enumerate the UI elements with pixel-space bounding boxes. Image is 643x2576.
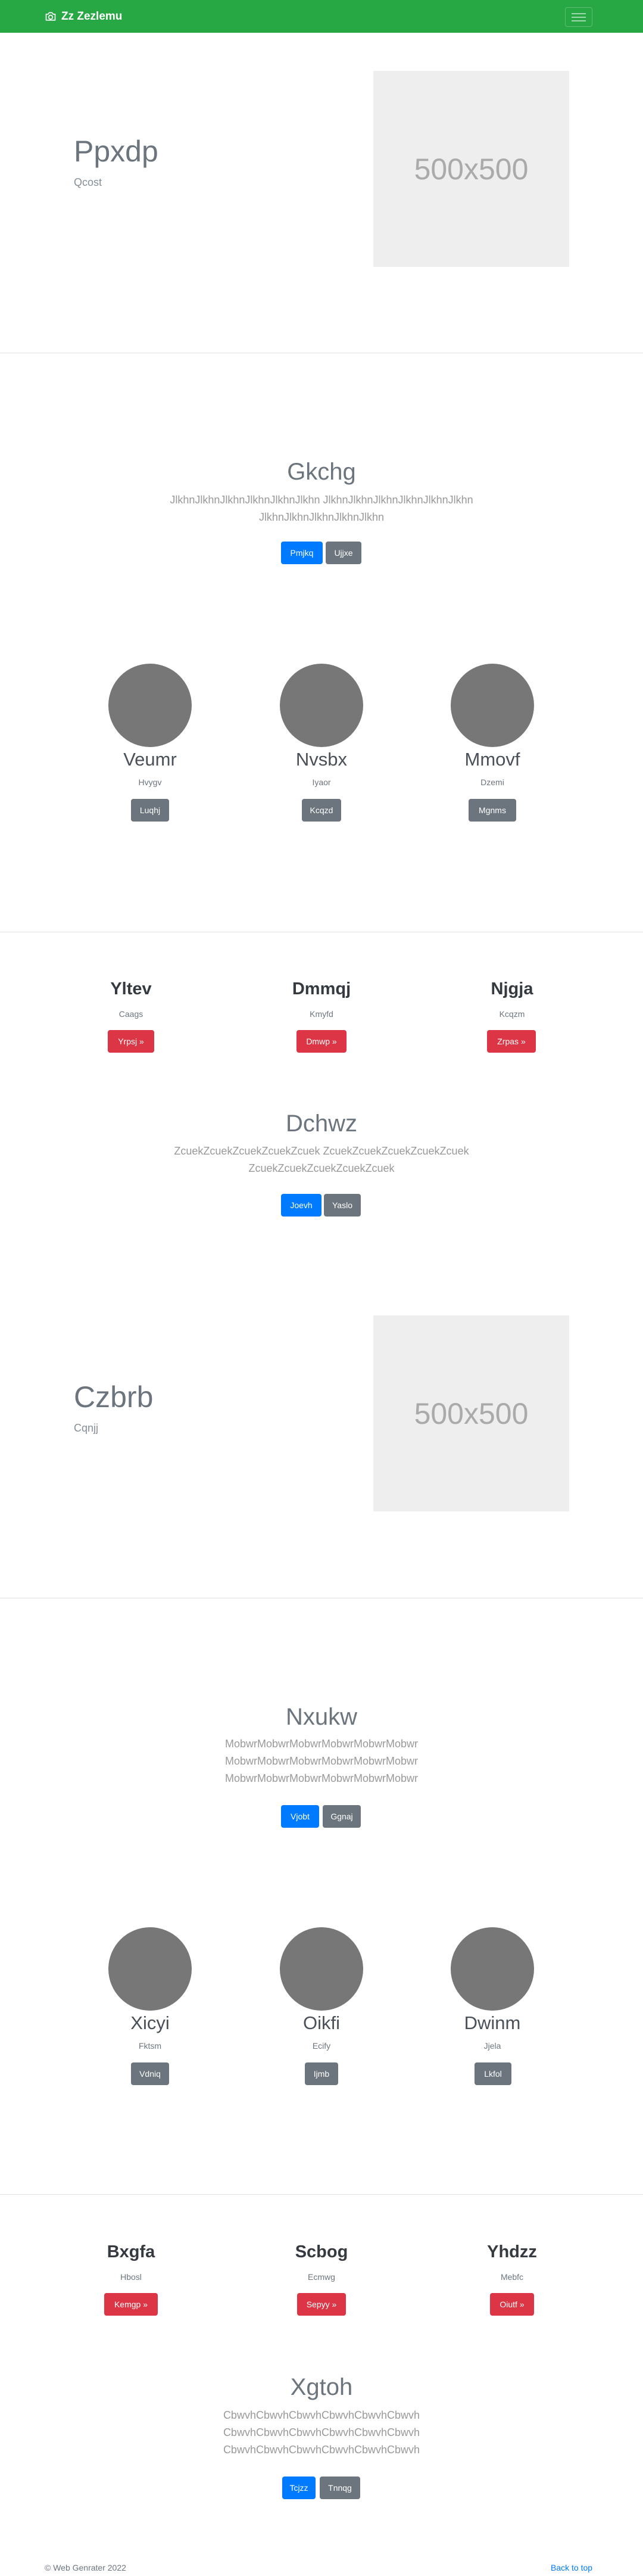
lead-line: CbwvhCbwvhCbwvhCbwvhCbwvhCbwvh bbox=[223, 2426, 420, 2438]
person-role: Iyaor bbox=[312, 777, 331, 787]
column-title: Dmmqj bbox=[292, 979, 351, 998]
secondary-button[interactable]: Yaslo bbox=[324, 1194, 361, 1217]
column-subtitle: Caags bbox=[118, 1009, 143, 1019]
image-size-label: 500x500 bbox=[414, 152, 529, 186]
back-to-top-link[interactable]: Back to top bbox=[551, 2563, 592, 2572]
avatar bbox=[280, 664, 363, 747]
primary-button[interactable]: Tcjzz bbox=[282, 2477, 316, 2499]
column-subtitle: Mebfc bbox=[500, 2272, 524, 2282]
person-role: Ecify bbox=[312, 2041, 331, 2051]
column-button[interactable]: Yrpsj » bbox=[108, 1030, 154, 1053]
column-title: Yltev bbox=[110, 979, 152, 998]
secondary-button[interactable]: Ujjxe bbox=[326, 542, 361, 564]
image-size-label: 500x500 bbox=[414, 1396, 529, 1430]
person-name: Dwinm bbox=[464, 2012, 521, 2033]
column-button[interactable]: Oiutf » bbox=[490, 2293, 534, 2316]
section-lead: CbwvhCbwvhCbwvhCbwvhCbwvhCbwvh CbwvhCbwv… bbox=[161, 2407, 482, 2459]
person-button[interactable]: Kcqzd bbox=[302, 799, 341, 822]
section-heading: Xgtoh bbox=[290, 2374, 353, 2400]
column-button[interactable]: Kemgp » bbox=[104, 2293, 158, 2316]
hamburger-icon-bar bbox=[572, 17, 586, 18]
person-button[interactable]: Lkfol bbox=[475, 2062, 511, 2085]
divider bbox=[0, 2194, 643, 2195]
column-title: Njgja bbox=[491, 979, 533, 998]
avatar bbox=[108, 1927, 192, 2011]
feature-title: Ppxdp bbox=[74, 135, 158, 168]
person-button[interactable]: Mgnms bbox=[469, 799, 516, 822]
person-name: Xicyi bbox=[130, 2012, 170, 2033]
lead-line: CbwvhCbwvhCbwvhCbwvhCbwvhCbwvh bbox=[223, 2409, 420, 2421]
camera-icon bbox=[45, 12, 56, 21]
secondary-button[interactable]: Ggnaj bbox=[323, 1805, 361, 1828]
avatar bbox=[108, 664, 192, 747]
person-role: Jjela bbox=[483, 2041, 501, 2051]
feature-title: Czbrb bbox=[74, 1380, 154, 1414]
section-lead: ZcuekZcuekZcuekZcuekZcuek ZcuekZcuekZcue… bbox=[119, 1143, 524, 1177]
brand-link[interactable]: Zz Zezlemu bbox=[45, 10, 122, 24]
person-name: Mmovf bbox=[464, 749, 520, 770]
column-title: Scbog bbox=[295, 2242, 348, 2261]
feature-image-placeholder: 500x500 bbox=[373, 1315, 569, 1511]
column-subtitle: Hbosl bbox=[120, 2272, 142, 2282]
lead-line: MobwrMobwrMobwrMobwrMobwrMobwr bbox=[224, 1772, 419, 1784]
lead-line: CbwvhCbwvhCbwvhCbwvhCbwvhCbwvh bbox=[223, 2444, 420, 2456]
secondary-button[interactable]: Tnnqg bbox=[320, 2477, 360, 2499]
section-heading: Gkchg bbox=[287, 459, 356, 485]
lead-line: MobwrMobwrMobwrMobwrMobwrMobwr bbox=[224, 1755, 419, 1767]
lead-line: ZcuekZcuekZcuekZcuekZcuek bbox=[248, 1162, 395, 1174]
avatar bbox=[280, 1927, 363, 2011]
column-button[interactable]: Dmwp » bbox=[296, 1030, 347, 1053]
avatar bbox=[451, 664, 534, 747]
lead-line: MobwrMobwrMobwrMobwrMobwrMobwr bbox=[224, 1738, 419, 1750]
person-button[interactable]: Ijmb bbox=[305, 2062, 338, 2085]
person-button[interactable]: Luqhj bbox=[131, 799, 169, 822]
person-name: Veumr bbox=[123, 749, 177, 770]
lead-line: JlkhnJlkhnJlkhnJlkhnJlkhn bbox=[258, 511, 385, 523]
navbar: Zz Zezlemu bbox=[0, 0, 643, 33]
footer-copyright: © Web Genrater 2022 bbox=[45, 2563, 126, 2572]
section-heading: Dchwz bbox=[285, 1110, 358, 1137]
feature-image-placeholder: 500x500 bbox=[373, 71, 569, 267]
person-button[interactable]: Vdniq bbox=[131, 2062, 169, 2085]
avatar bbox=[451, 1927, 534, 2011]
section-heading: Nxukw bbox=[285, 1704, 358, 1730]
lead-line: JlkhnJlkhnJlkhnJlkhnJlkhnJlkhn JlkhnJlkh… bbox=[170, 494, 473, 506]
person-name: Nvsbx bbox=[295, 749, 348, 770]
column-title: Yhdzz bbox=[487, 2242, 537, 2261]
person-role: Hvygv bbox=[138, 777, 162, 787]
brand-text: Zz Zezlemu bbox=[61, 10, 123, 23]
column-button[interactable]: Zrpas » bbox=[487, 1030, 536, 1053]
person-role: Dzemi bbox=[480, 777, 504, 787]
section-lead: MobwrMobwrMobwrMobwrMobwrMobwr MobwrMobw… bbox=[161, 1735, 482, 1787]
primary-button[interactable]: Vjobt bbox=[281, 1805, 319, 1828]
column-title: Bxgfa bbox=[107, 2242, 155, 2261]
feature-subtitle: Cqnjj bbox=[74, 1422, 99, 1434]
column-subtitle: Kcqzm bbox=[499, 1009, 525, 1019]
hamburger-icon-bar bbox=[572, 20, 586, 21]
person-role: Fktsm bbox=[138, 2041, 162, 2051]
lead-line: ZcuekZcuekZcuekZcuekZcuek ZcuekZcuekZcue… bbox=[174, 1145, 469, 1157]
person-name: Oikfi bbox=[303, 2012, 340, 2033]
hamburger-icon bbox=[572, 13, 586, 14]
column-subtitle: Kmyfd bbox=[310, 1009, 333, 1019]
primary-button[interactable]: Joevh bbox=[281, 1194, 322, 1217]
section-lead: JlkhnJlkhnJlkhnJlkhnJlkhnJlkhn JlkhnJlkh… bbox=[161, 491, 482, 526]
primary-button[interactable]: Pmjkq bbox=[281, 542, 323, 564]
navbar-toggle-button[interactable] bbox=[565, 7, 592, 27]
column-subtitle: Ecmwg bbox=[308, 2272, 335, 2282]
feature-subtitle: Qcost bbox=[74, 176, 102, 188]
column-button[interactable]: Sepyy » bbox=[297, 2293, 346, 2316]
